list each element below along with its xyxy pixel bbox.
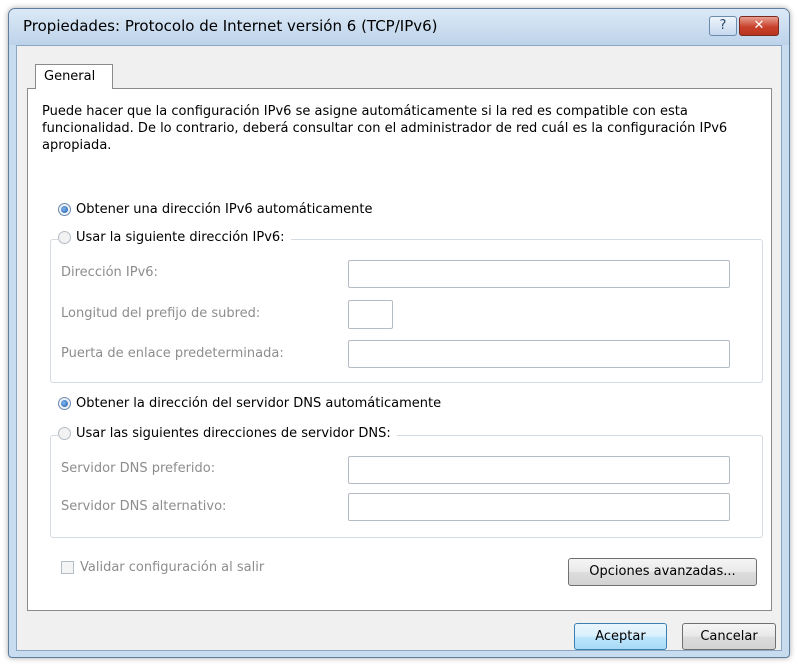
dialog-window: Propiedades: Protocolo de Internet versi… — [8, 8, 790, 658]
alternate-dns-field[interactable] — [348, 493, 730, 521]
cancel-button[interactable]: Cancelar — [682, 623, 776, 650]
close-icon: ✕ — [753, 18, 765, 33]
dns-manual-label: Usar las siguientes direcciones de servi… — [76, 426, 391, 441]
preferred-dns-field[interactable] — [348, 456, 730, 484]
dns-manual-option[interactable]: Usar las siguientes direcciones de servi… — [58, 426, 397, 441]
description-text: Puede hacer que la configuración IPv6 se… — [42, 104, 728, 153]
dns-auto-radio[interactable] — [58, 397, 71, 410]
dns-auto-label: Obtener la dirección del servidor DNS au… — [76, 396, 442, 411]
ip-auto-radio[interactable] — [58, 203, 71, 216]
ip-manual-label: Usar la siguiente dirección IPv6: — [76, 230, 285, 245]
ip-manual-radio[interactable] — [58, 231, 71, 244]
ok-button[interactable]: Aceptar — [574, 623, 667, 650]
advanced-options-button[interactable]: Opciones avanzadas... — [568, 558, 757, 586]
ip-manual-option[interactable]: Usar la siguiente dirección IPv6: — [58, 230, 291, 245]
ip-auto-label: Obtener una dirección IPv6 automáticamen… — [76, 202, 373, 217]
dns-auto-option[interactable]: Obtener la dirección del servidor DNS au… — [58, 396, 441, 411]
ipv6-address-field[interactable] — [348, 260, 730, 288]
ip-auto-option[interactable]: Obtener una dirección IPv6 automáticamen… — [58, 202, 373, 217]
tab-general[interactable]: General — [35, 64, 113, 89]
alternate-dns-label: Servidor DNS alternativo: — [61, 499, 227, 514]
dialog-client-area: General Puede hacer que la configuración… — [16, 45, 782, 651]
default-gateway-field[interactable] — [348, 340, 730, 368]
default-gateway-label: Puerta de enlace predeterminada: — [61, 346, 284, 361]
general-tab-panel: Puede hacer que la configuración IPv6 se… — [27, 88, 772, 611]
question-mark-icon: ? — [719, 18, 727, 33]
title-bar[interactable]: Propiedades: Protocolo de Internet versi… — [9, 9, 789, 45]
subnet-prefix-label: Longitud del prefijo de subred: — [61, 306, 261, 321]
dialog-title: Propiedades: Protocolo de Internet versi… — [23, 17, 438, 35]
subnet-prefix-field[interactable] — [348, 300, 393, 329]
validate-option[interactable]: Validar configuración al salir — [61, 560, 264, 575]
ipv6-address-label: Dirección IPv6: — [61, 265, 158, 280]
preferred-dns-label: Servidor DNS preferido: — [61, 461, 216, 476]
close-button[interactable]: ✕ — [739, 16, 779, 36]
help-button[interactable]: ? — [709, 16, 737, 36]
dns-manual-groupbox — [50, 435, 763, 538]
validate-label: Validar configuración al salir — [80, 560, 265, 575]
dns-manual-radio[interactable] — [58, 427, 71, 440]
validate-checkbox[interactable] — [61, 561, 74, 574]
